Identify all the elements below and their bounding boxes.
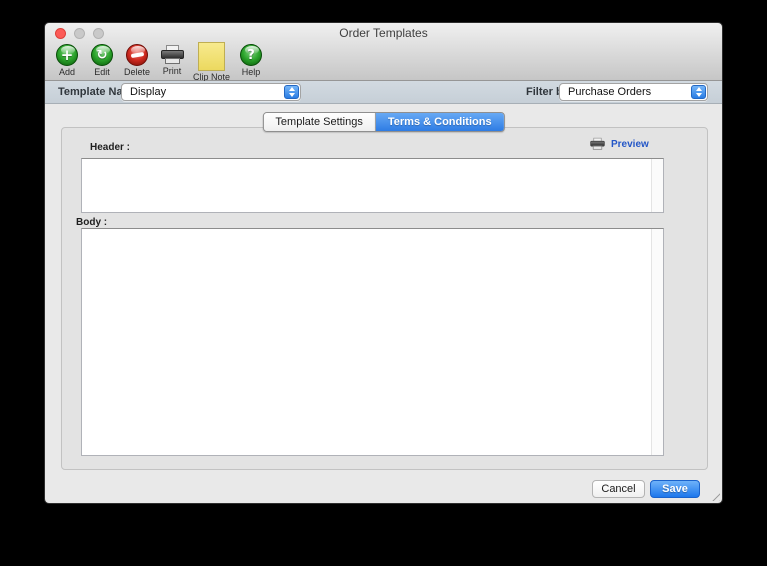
window-title: Order Templates xyxy=(45,23,722,44)
window-controls xyxy=(55,28,104,39)
minimize-button[interactable] xyxy=(74,28,85,39)
filter-by-select[interactable]: Purchase Orders xyxy=(559,83,708,101)
body-label: Body : xyxy=(76,217,107,228)
preview-label: Preview xyxy=(611,139,649,150)
clip-note-button[interactable]: Clip Note xyxy=(193,44,230,82)
print-label: Print xyxy=(163,66,182,76)
help-button[interactable]: ? Help xyxy=(237,44,265,77)
edit-label: Edit xyxy=(94,67,110,77)
stepper-icon[interactable] xyxy=(284,85,299,99)
delete-button[interactable]: Delete xyxy=(123,44,151,77)
edit-button[interactable]: ↻ Edit xyxy=(88,44,116,77)
close-button[interactable] xyxy=(55,28,66,39)
tab-template-settings[interactable]: Template Settings xyxy=(263,113,375,131)
order-templates-window: Order Templates + Add ↻ Edit Delete Prin… xyxy=(44,22,723,504)
filter-by-value: Purchase Orders xyxy=(568,86,651,98)
print-button[interactable]: Print xyxy=(158,44,186,76)
print-icon xyxy=(161,45,184,65)
header-textarea-frame xyxy=(81,158,664,213)
header-scrollbar[interactable] xyxy=(651,159,663,212)
title-bar[interactable]: Order Templates xyxy=(45,23,722,43)
cancel-button[interactable]: Cancel xyxy=(592,480,645,498)
tab-terms-conditions[interactable]: Terms & Conditions xyxy=(376,113,504,131)
clip-note-icon xyxy=(198,42,225,71)
save-button[interactable]: Save xyxy=(650,480,700,498)
toolbar: + Add ↻ Edit Delete Print Clip Note xyxy=(53,44,272,82)
body-scrollbar[interactable] xyxy=(651,229,663,455)
delete-icon xyxy=(126,44,148,66)
add-button[interactable]: + Add xyxy=(53,44,81,77)
resize-grip[interactable] xyxy=(707,488,720,501)
header-textarea[interactable] xyxy=(82,159,651,212)
template-name-value: Display xyxy=(130,86,166,98)
add-icon: + xyxy=(56,44,78,66)
window-chrome: Order Templates + Add ↻ Edit Delete Prin… xyxy=(45,23,722,81)
help-icon: ? xyxy=(240,44,262,66)
edit-icon: ↻ xyxy=(91,44,113,66)
zoom-button[interactable] xyxy=(93,28,104,39)
preview-link[interactable]: Preview xyxy=(590,137,649,151)
body-textarea-frame xyxy=(81,228,664,456)
filter-bar: Template Name : Display Filter by : Purc… xyxy=(45,81,722,104)
body-textarea[interactable] xyxy=(82,229,651,455)
add-label: Add xyxy=(59,67,75,77)
delete-label: Delete xyxy=(124,67,150,77)
help-label: Help xyxy=(242,67,261,77)
terms-conditions-panel: Header : Preview Body : xyxy=(61,127,708,470)
printer-icon xyxy=(590,138,604,150)
tab-bar: Template Settings Terms & Conditions xyxy=(262,112,504,132)
stepper-icon[interactable] xyxy=(691,85,706,99)
template-name-select[interactable]: Display xyxy=(121,83,301,101)
header-label: Header : xyxy=(90,142,130,153)
